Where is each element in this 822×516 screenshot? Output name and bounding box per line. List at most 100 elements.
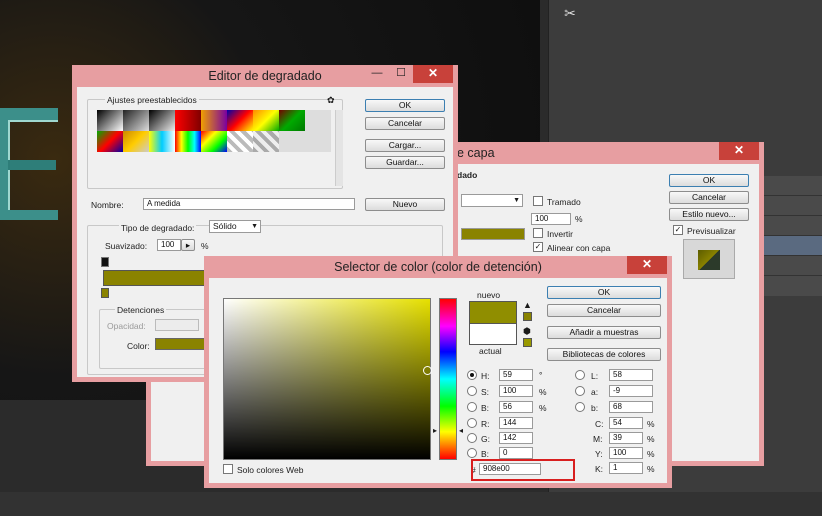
picker-cancel-button[interactable]: Cancelar — [547, 304, 661, 317]
color-picker-title: Selector de color (color de detención) — [334, 260, 542, 274]
name-input[interactable]: A medida — [143, 198, 355, 210]
preset-swatch[interactable] — [123, 110, 149, 131]
a-channel-radio[interactable] — [575, 386, 585, 396]
preset-swatch[interactable] — [201, 131, 227, 152]
preset-swatch[interactable] — [227, 110, 253, 131]
color-libraries-button[interactable]: Bibliotecas de colores — [547, 348, 661, 361]
a-channel-input[interactable]: -9 — [609, 385, 653, 397]
minimize-icon[interactable]: — — [365, 65, 389, 83]
magenta-input[interactable]: 39 — [609, 432, 643, 444]
color-stop-marker[interactable] — [101, 288, 109, 298]
preset-swatch[interactable] — [279, 110, 305, 131]
preset-swatch[interactable] — [253, 110, 279, 131]
preset-swatch[interactable] — [175, 131, 201, 152]
saturation-input[interactable]: 100 — [499, 385, 533, 397]
current-color-label: actual — [479, 346, 502, 356]
dither-checkbox[interactable] — [533, 196, 543, 206]
smoothness-stepper[interactable]: ▸ — [181, 239, 195, 251]
black-input[interactable]: 1 — [609, 462, 643, 474]
red-label: R: — [481, 419, 490, 429]
presets-scrollbar[interactable] — [335, 110, 343, 186]
name-label: Nombre: — [91, 200, 124, 210]
add-to-swatches-button[interactable]: Añadir a muestras — [547, 326, 661, 339]
brightness-label: B: — [481, 403, 490, 413]
tools-icon[interactable]: ✂ — [560, 4, 580, 22]
current-color-swatch[interactable] — [469, 323, 517, 345]
gradient-swatch[interactable] — [461, 228, 525, 240]
stop-color-swatch[interactable] — [155, 338, 205, 350]
b-channel-radio[interactable] — [575, 402, 585, 412]
hue-radio[interactable] — [467, 370, 477, 380]
layers-strip — [760, 176, 822, 296]
hex-input[interactable]: 908e00 — [479, 463, 541, 475]
close-button[interactable]: ✕ — [719, 142, 759, 160]
layer-cancel-button[interactable]: Cancelar — [669, 191, 749, 204]
brightness-radio[interactable] — [467, 402, 477, 412]
opacity-input[interactable]: 100 — [531, 213, 571, 225]
maximize-icon[interactable]: ☐ — [389, 65, 413, 83]
preset-swatch[interactable] — [149, 131, 175, 152]
b-channel-input[interactable]: 68 — [609, 401, 653, 413]
color-field-cursor[interactable] — [423, 366, 432, 375]
presets-label: Ajustes preestablecidos — [105, 95, 199, 105]
blue-input[interactable]: 0 — [499, 447, 533, 459]
hue-slider-arrow-left[interactable]: ▸ — [433, 426, 437, 435]
preset-swatch[interactable] — [149, 110, 175, 131]
preset-swatch[interactable] — [201, 110, 227, 131]
preset-swatch[interactable] — [227, 131, 253, 152]
align-layer-checkbox[interactable]: ✓ — [533, 242, 543, 252]
cyan-label: C: — [595, 419, 604, 429]
gradient-type-select[interactable]: Sólido ▼ — [209, 220, 261, 233]
layer-ok-button[interactable]: OK — [669, 174, 749, 187]
gradient-cancel-button[interactable]: Cancelar — [365, 117, 445, 130]
green-radio[interactable] — [467, 433, 477, 443]
brightness-input[interactable]: 56 — [499, 401, 533, 413]
load-button[interactable]: Cargar... — [365, 139, 445, 152]
save-button[interactable]: Guardar... — [365, 156, 445, 169]
gradient-ok-button[interactable]: OK — [365, 99, 445, 112]
close-button[interactable]: ✕ — [627, 256, 667, 274]
yellow-label: Y: — [595, 449, 603, 459]
new-style-button[interactable]: Estilo nuevo... — [669, 208, 749, 221]
layer-style-select[interactable]: ▼ — [461, 194, 523, 207]
preset-swatch[interactable] — [279, 131, 305, 152]
preset-swatch[interactable] — [253, 131, 279, 152]
preview-checkbox[interactable]: ✓ — [673, 225, 683, 235]
new-gradient-button[interactable]: Nuevo — [365, 198, 445, 211]
preset-swatch[interactable] — [175, 110, 201, 131]
opacity-stop-marker[interactable] — [101, 257, 109, 267]
gamut-swatch-icon[interactable] — [523, 312, 532, 321]
blue-radio[interactable] — [467, 448, 477, 458]
preset-swatch[interactable] — [97, 110, 123, 131]
lightness-radio[interactable] — [575, 370, 585, 380]
preset-swatch[interactable] — [305, 110, 331, 131]
color-picker-dialog: Selector de color (color de detención) ✕… — [204, 256, 672, 488]
red-input[interactable]: 144 — [499, 417, 533, 429]
preset-swatch[interactable] — [305, 131, 331, 152]
close-button[interactable]: ✕ — [413, 65, 453, 83]
web-only-checkbox[interactable] — [223, 464, 233, 474]
hue-slider[interactable] — [439, 298, 457, 460]
saturation-radio[interactable] — [467, 386, 477, 396]
preset-swatch[interactable] — [97, 131, 123, 152]
color-field[interactable] — [223, 298, 431, 460]
invert-checkbox[interactable] — [533, 228, 543, 238]
invert-label: Invertir — [547, 229, 573, 239]
gamut-warning-icon[interactable]: ▲ — [523, 300, 532, 310]
web-safe-swatch-icon[interactable] — [523, 338, 532, 347]
cyan-input[interactable]: 54 — [609, 417, 643, 429]
green-input[interactable]: 142 — [499, 432, 533, 444]
web-safe-icon[interactable]: ⬢ — [523, 326, 531, 337]
picker-ok-button[interactable]: OK — [547, 286, 661, 299]
yellow-input[interactable]: 100 — [609, 447, 643, 459]
red-radio[interactable] — [467, 418, 477, 428]
hue-input[interactable]: 59 — [499, 369, 533, 381]
lightness-input[interactable]: 58 — [609, 369, 653, 381]
preset-swatch[interactable] — [123, 131, 149, 152]
hue-slider-arrow-right[interactable]: ◂ — [459, 426, 463, 435]
gear-icon[interactable]: ✿ — [327, 95, 335, 106]
smoothness-input[interactable]: 100 — [157, 239, 181, 251]
black-unit: % — [647, 464, 655, 474]
blue-label: B: — [481, 449, 490, 459]
gradient-type-value: Sólido — [213, 221, 237, 231]
